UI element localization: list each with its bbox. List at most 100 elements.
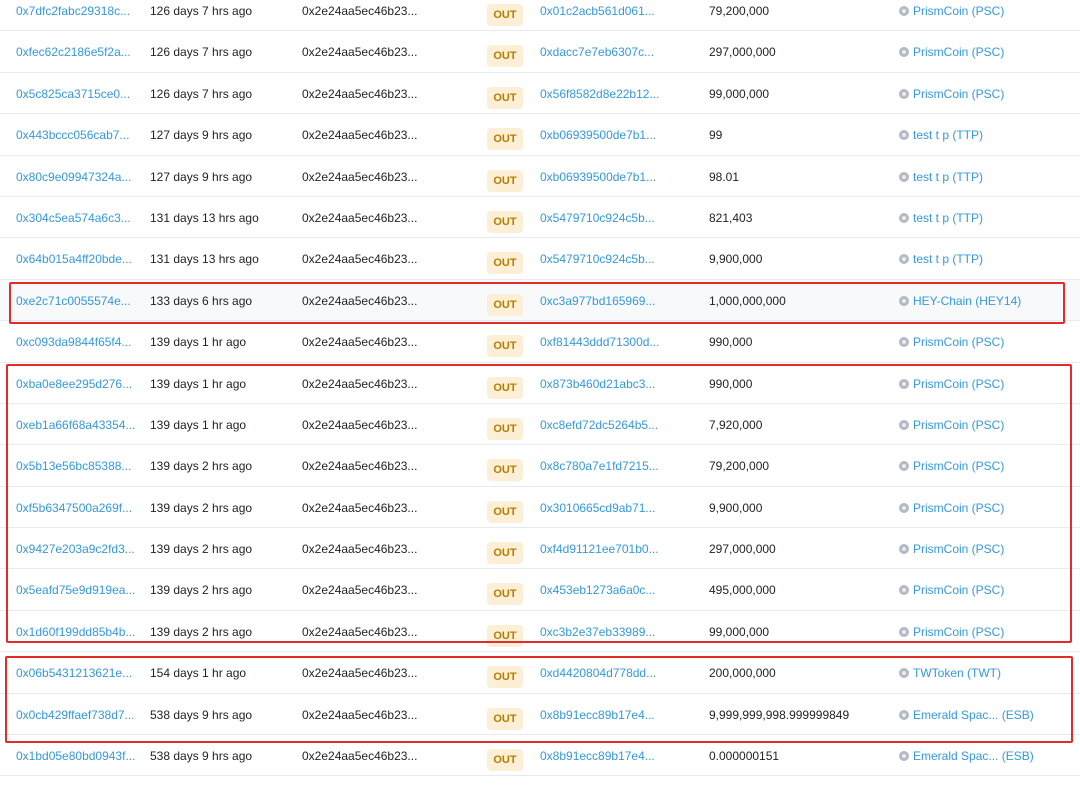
to-address-link[interactable]: 0x5479710c924c5b... — [540, 197, 655, 238]
token-icon — [899, 295, 909, 306]
txn-hash-link[interactable]: 0x06b5431213621e... — [16, 652, 132, 693]
txn-hash-link[interactable]: 0x304c5ea574a6c3... — [16, 197, 131, 238]
to-address-link[interactable]: 0xc8efd72dc5264b5... — [540, 404, 658, 445]
table-row: 0xc093da9844f65f4... 139 days 1 hr ago 0x2… — [0, 321, 1080, 363]
table-row: 0xfec62c2186e5f2a... 126 days 7 hrs ago 0x… — [0, 31, 1080, 73]
txn-hash-link[interactable]: 0xc093da9844f65f4... — [16, 321, 131, 362]
txn-age: 139 days 1 hr ago — [150, 417, 247, 432]
token-link[interactable]: Emerald Spac... (ESB) — [899, 735, 1034, 776]
txn-hash-link[interactable]: 0x64b015a4ff20bde... — [16, 238, 132, 279]
token-link[interactable]: PrismCoin (PSC) — [899, 569, 1004, 610]
to-address-link[interactable]: 0xb06939500de7b1... — [540, 114, 656, 155]
token-link[interactable]: PrismCoin (PSC) — [899, 404, 1004, 445]
token-link[interactable]: test t p (TTP) — [899, 238, 983, 279]
to-address-link[interactable]: 0x3010665cd9ab71... — [540, 487, 655, 528]
transfer-value: 297,000,000 — [709, 542, 776, 557]
token-link[interactable]: PrismCoin (PSC) — [899, 321, 1004, 362]
to-address-link[interactable]: 0x8c780a7e1fd7215... — [540, 445, 659, 486]
table-row: 0x80c9e09947324a... 127 days 9 hrs ago 0x2… — [0, 156, 1080, 197]
table-row: 0x5c825ca3715ce0... 126 days 7 hrs ago 0x2… — [0, 73, 1080, 115]
token-label: PrismCoin (PSC) — [913, 417, 1005, 432]
to-address-link[interactable]: 0xb06939500de7b1... — [540, 156, 656, 197]
token-icon — [899, 254, 909, 265]
token-icon — [899, 130, 909, 141]
token-link[interactable]: TWToken (TWT) — [899, 652, 1001, 693]
to-address-link[interactable]: 0x5479710c924c5b... — [540, 238, 655, 279]
to-address-link[interactable]: 0xdacc7e7eb6307c... — [540, 31, 654, 72]
transfer-value: 297,000,000 — [709, 45, 776, 60]
token-link[interactable]: PrismCoin (PSC) — [899, 528, 1004, 569]
to-address-link[interactable]: 0x01c2acb561d061... — [540, 0, 655, 31]
direction-out-badge: OUT — [487, 210, 523, 233]
txn-hash-link[interactable]: 0xba0e8ee295d276... — [16, 363, 132, 404]
to-address-link[interactable]: 0xc3a977bd165969... — [540, 280, 655, 321]
token-label: test t p (TTP) — [913, 252, 984, 267]
token-link[interactable]: PrismCoin (PSC) — [899, 487, 1004, 528]
to-address-link[interactable]: 0xf4d91121ee701b0... — [540, 528, 659, 569]
txn-hash-link[interactable]: 0xe2c71c0055574e... — [16, 280, 131, 321]
token-link[interactable]: PrismCoin (PSC) — [899, 445, 1004, 486]
token-link[interactable]: PrismCoin (PSC) — [899, 0, 1004, 31]
transfer-value: 1,000,000,000 — [709, 293, 786, 308]
txn-hash-link[interactable]: 0x80c9e09947324a... — [16, 156, 131, 197]
txn-hash-link[interactable]: 0xf5b6347500a269f... — [16, 487, 132, 528]
to-address-link[interactable]: 0x873b460d21abc3... — [540, 363, 655, 404]
from-address: 0x2e24aa5ec46b23... — [302, 542, 418, 557]
token-label: Emerald Spac... (ESB) — [913, 749, 1034, 764]
token-label: PrismCoin (PSC) — [913, 583, 1005, 598]
txn-hash-link[interactable]: 0x443bccc056cab7... — [16, 114, 129, 155]
from-address: 0x2e24aa5ec46b23... — [302, 376, 418, 391]
txn-hash-link[interactable]: 0x1bd05e80bd0943f... — [16, 735, 135, 776]
transfer-value: 9,999,999,998.999999849 — [709, 707, 850, 722]
direction-out-badge: OUT — [487, 252, 523, 275]
token-icon — [899, 378, 909, 389]
txn-hash-link[interactable]: 0x5c825ca3715ce0... — [16, 73, 130, 114]
txn-age: 131 days 13 hrs ago — [150, 210, 259, 225]
to-address-link[interactable]: 0xc3b2e37eb33989... — [540, 611, 655, 652]
direction-out-badge: OUT — [487, 169, 523, 192]
table-row: 0x7dfc2fabc29318c... 126 days 7 hrs ago 0x… — [0, 0, 1080, 32]
txn-age: 538 days 9 hrs ago — [150, 707, 253, 722]
txn-hash-link[interactable]: 0x9427e203a9c2fd3... — [16, 528, 135, 569]
token-link[interactable]: PrismCoin (PSC) — [899, 31, 1004, 72]
token-link[interactable]: PrismCoin (PSC) — [899, 611, 1004, 652]
from-address: 0x2e24aa5ec46b23... — [302, 169, 418, 184]
txn-hash-link[interactable]: 0x1d60f199dd85b4b... — [16, 611, 135, 652]
transfer-value: 79,200,000 — [709, 4, 770, 18]
to-address-link[interactable]: 0x56f8582d8e22b12... — [540, 73, 659, 114]
token-icon — [899, 171, 909, 182]
to-address-link[interactable]: 0x453eb1273a6a0c... — [540, 569, 655, 610]
token-link[interactable]: test t p (TTP) — [899, 197, 983, 238]
txn-hash-link[interactable]: 0x5b13e56bc85388... — [16, 445, 131, 486]
txn-hash-link[interactable]: 0xeb1a66f68a43354... — [16, 404, 135, 445]
txn-hash-link[interactable]: 0x7dfc2fabc29318c... — [16, 0, 130, 31]
token-link[interactable]: test t p (TTP) — [899, 156, 983, 197]
token-link[interactable]: PrismCoin (PSC) — [899, 73, 1004, 114]
transfer-value: 7,920,000 — [709, 417, 763, 432]
txn-age: 126 days 7 hrs ago — [150, 4, 253, 18]
txn-hash-link[interactable]: 0x0cb429ffaef738d7... — [16, 694, 135, 735]
token-link[interactable]: test t p (TTP) — [899, 114, 983, 155]
to-address-link[interactable]: 0x8b91ecc89b17e4... — [540, 694, 655, 735]
token-link[interactable]: HEY-Chain (HEY14) — [899, 280, 1021, 321]
token-label: Emerald Spac... (ESB) — [913, 707, 1034, 722]
to-address-link[interactable]: 0x8b91ecc89b17e4... — [540, 735, 655, 776]
transfer-value: 495,000,000 — [709, 583, 776, 598]
txn-hash-link[interactable]: 0xfec62c2186e5f2a... — [16, 31, 131, 72]
token-link[interactable]: Emerald Spac... (ESB) — [899, 694, 1034, 735]
txn-hash-link[interactable]: 0x5eafd75e9d919ea... — [16, 569, 135, 610]
transfer-value: 99,000,000 — [709, 86, 770, 101]
txn-age: 126 days 7 hrs ago — [150, 86, 253, 101]
token-link[interactable]: PrismCoin (PSC) — [899, 363, 1004, 404]
direction-out-badge: OUT — [487, 749, 523, 772]
token-label: test t p (TTP) — [913, 128, 984, 143]
to-address-link[interactable]: 0xd4420804d778dd... — [540, 652, 656, 693]
table-row: 0x06b5431213621e... 154 days 1 hr ago 0x2e… — [0, 652, 1080, 694]
token-label: PrismCoin (PSC) — [913, 624, 1005, 639]
txn-age: 133 days 6 hrs ago — [150, 293, 253, 308]
token-icon — [899, 461, 909, 472]
txn-age: 139 days 1 hr ago — [150, 335, 247, 350]
to-address-link[interactable]: 0xf81443ddd71300d... — [540, 321, 659, 362]
transfer-value: 0.000000151 — [709, 749, 780, 764]
token-icon — [899, 88, 909, 99]
